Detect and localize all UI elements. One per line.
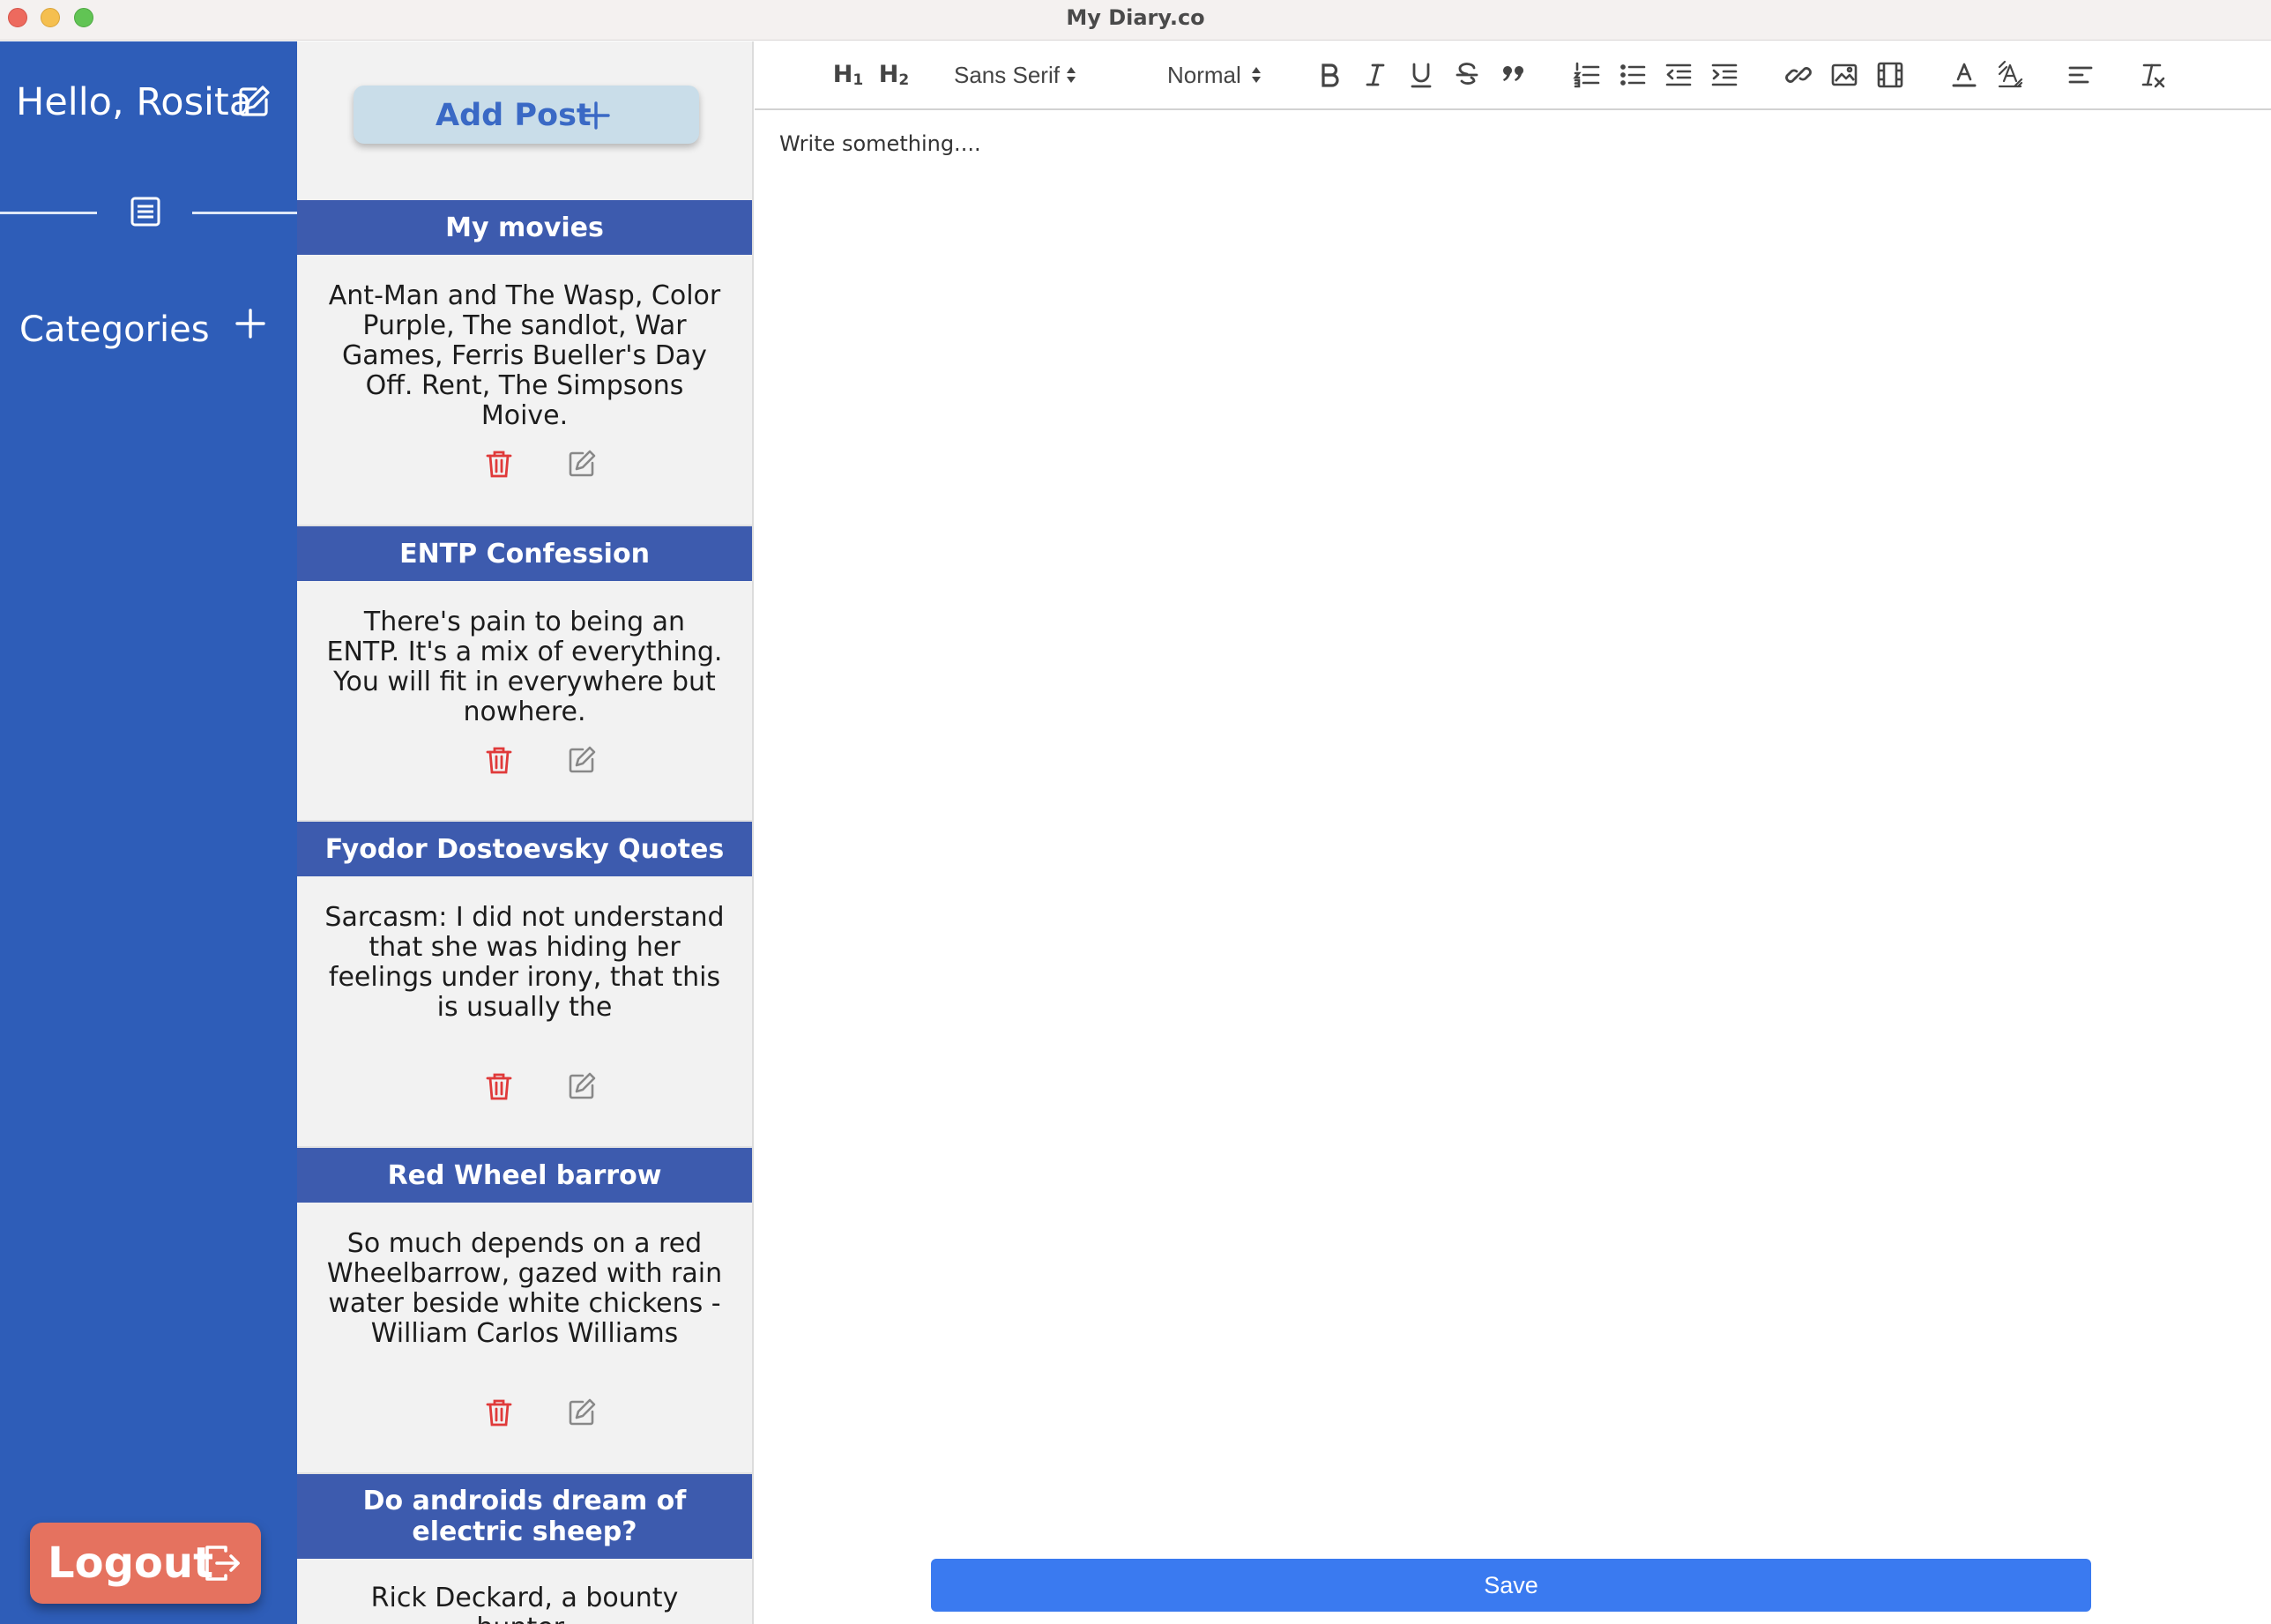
delete-post-icon[interactable] [484, 745, 514, 775]
heading-2-letter: H [878, 61, 899, 88]
indent-icon [1711, 63, 1738, 86]
strike-icon [1456, 63, 1478, 85]
bold-icon [1322, 63, 1339, 87]
text-color-button[interactable] [1947, 57, 1982, 93]
clear-format-icon [2141, 63, 2165, 88]
user-greeting: Hello, Rosita [16, 80, 253, 124]
post-excerpt: There's pain to being an ENTP. It's a mi… [326, 607, 723, 727]
post-excerpt: Ant-Man and The Wasp, Color Purple, The … [328, 280, 721, 431]
sidebar-divider-left [0, 212, 97, 214]
delete-post-icon[interactable] [484, 1397, 514, 1427]
heading-1-letter: H [832, 61, 853, 88]
delete-post-icon[interactable] [484, 449, 514, 479]
post-excerpt: Rick Deckard, a bounty hunter, [370, 1583, 679, 1624]
editor-placeholder[interactable]: Write something.... [779, 131, 981, 156]
edit-post-icon[interactable] [567, 1397, 597, 1427]
italic-button[interactable] [1358, 57, 1393, 93]
window-titlebar: My Diary.co [0, 0, 2271, 41]
outdent-button[interactable] [1661, 57, 1696, 93]
post-title[interactable]: My movies [297, 200, 752, 255]
image-button[interactable] [1827, 57, 1862, 93]
indent-button[interactable] [1707, 57, 1742, 93]
font-select-value: Sans Serif [954, 61, 1060, 88]
bullet-list-button[interactable] [1615, 57, 1650, 93]
video-button[interactable] [1873, 57, 1908, 93]
post-card: Red Wheel barrow So much depends on a re… [297, 1148, 752, 1474]
ordered-list-icon [1573, 62, 1600, 88]
posts-column: Add Post My movies Ant-Man and The Wasp,… [297, 41, 754, 1624]
edit-profile-icon[interactable] [236, 84, 272, 119]
add-post-label: Add Post [436, 98, 592, 133]
post-title[interactable]: Fyodor Dostoevsky Quotes [297, 822, 752, 876]
font-select[interactable]: Sans Serif [954, 57, 1095, 93]
heading-1-label: H1 [833, 61, 863, 89]
save-label: Save [1484, 1571, 1538, 1598]
save-button[interactable]: Save [931, 1559, 2091, 1612]
align-icon [2068, 66, 2093, 84]
post-title[interactable]: Red Wheel barrow [297, 1148, 752, 1203]
select-arrows-icon [1066, 67, 1076, 83]
clear-format-button[interactable] [2135, 57, 2170, 93]
background-color-button[interactable] [1992, 57, 2028, 93]
post-card: ENTP Confession There's pain to being an… [297, 526, 752, 822]
bullet-list-icon [1620, 64, 1646, 86]
sidebar: Hello, Rosita Categories Logout [0, 41, 297, 1624]
heading-2-subscript: 2 [898, 71, 910, 89]
edit-post-icon[interactable] [567, 1071, 597, 1101]
delete-post-icon[interactable] [484, 1071, 514, 1101]
post-card: My movies Ant-Man and The Wasp, Color Pu… [297, 200, 752, 526]
size-select[interactable]: Normal [1167, 57, 1282, 93]
blockquote-icon [1502, 66, 1523, 81]
heading-1-button[interactable]: H1 [829, 57, 867, 93]
add-post-button[interactable]: Add Post [354, 86, 699, 144]
post-card: Fyodor Dostoevsky Quotes Sarcasm: I did … [297, 822, 752, 1148]
post-title[interactable]: Do androids dream of electric sheep? [297, 1474, 752, 1559]
text-color-icon [1952, 63, 1977, 87]
italic-icon [1366, 63, 1385, 86]
post-title[interactable]: ENTP Confession [297, 526, 752, 581]
post-excerpt: So much depends on a red Wheelbarrow, ga… [326, 1228, 723, 1349]
logout-button[interactable]: Logout [30, 1523, 261, 1604]
strike-button[interactable] [1449, 57, 1485, 93]
heading-1-subscript: 1 [853, 71, 864, 89]
logout-icon [203, 1544, 242, 1583]
list-view-icon[interactable] [128, 194, 163, 229]
plus-icon [581, 101, 611, 130]
outdent-icon [1665, 63, 1692, 86]
align-button[interactable] [2063, 57, 2098, 93]
post-card: Do androids dream of electric sheep? Ric… [297, 1474, 752, 1624]
video-icon [1877, 62, 1903, 88]
link-icon [1785, 67, 1812, 83]
editor-pane: H1 H2 Sans Serif Normal Write something.… [755, 41, 2271, 1624]
logout-label: Logout [48, 1538, 214, 1588]
edit-post-icon[interactable] [567, 449, 597, 479]
blockquote-button[interactable] [1495, 57, 1530, 93]
post-excerpt: Sarcasm: I did not understand that she w… [324, 902, 725, 1023]
add-category-icon[interactable] [235, 308, 266, 339]
select-arrows-icon [1251, 67, 1261, 83]
underline-button[interactable] [1404, 57, 1439, 93]
background-color-icon [1998, 60, 2023, 88]
size-select-value: Normal [1167, 61, 1241, 88]
heading-2-button[interactable]: H2 [875, 57, 913, 93]
bold-button[interactable] [1312, 57, 1347, 93]
edit-post-icon[interactable] [567, 745, 597, 775]
underline-icon [1411, 63, 1432, 88]
ordered-list-button[interactable] [1569, 57, 1605, 93]
image-icon [1831, 63, 1858, 86]
sidebar-divider-right [192, 212, 297, 214]
heading-2-label: H2 [879, 61, 909, 89]
window-title: My Diary.co [1066, 5, 1205, 30]
link-button[interactable] [1781, 57, 1816, 93]
editor-toolbar: H1 H2 Sans Serif Normal [755, 41, 2271, 110]
categories-heading: Categories [19, 309, 210, 350]
